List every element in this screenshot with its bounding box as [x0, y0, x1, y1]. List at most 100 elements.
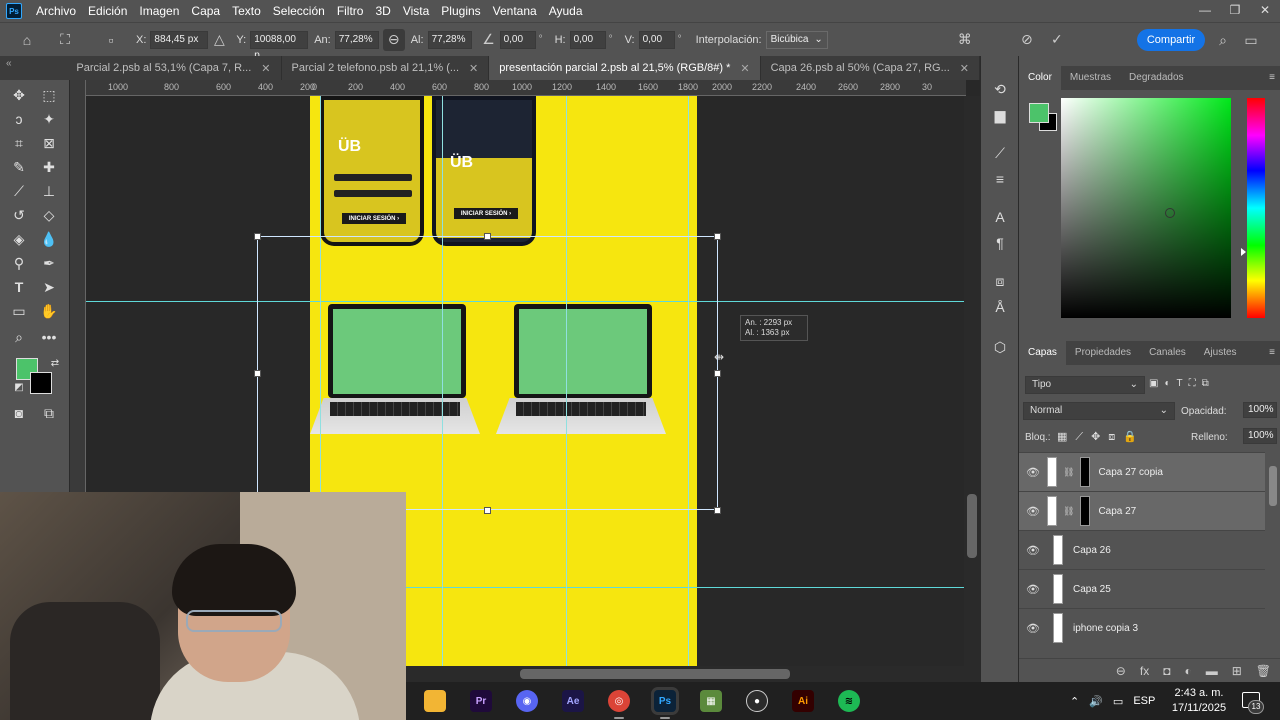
- layers-scrollbar-thumb[interactable]: [1269, 466, 1277, 506]
- close-tab-icon[interactable]: ✕: [740, 62, 749, 75]
- spotify-icon[interactable]: ≋: [838, 690, 860, 712]
- transform-handle[interactable]: [254, 233, 261, 240]
- relative-position-icon[interactable]: △: [208, 29, 230, 51]
- stamp-tool-icon[interactable]: ⊥: [38, 180, 60, 202]
- volume-icon[interactable]: 🔊: [1089, 695, 1103, 708]
- menu-edicion[interactable]: Edición: [82, 0, 133, 22]
- zoom-tool-icon[interactable]: ⌕: [8, 326, 30, 348]
- eye-icon[interactable]: 👁: [1019, 466, 1047, 479]
- link-layers-icon[interactable]: ⊖: [1116, 664, 1126, 678]
- warp-icon[interactable]: ⌘: [954, 29, 976, 51]
- y-field[interactable]: 10088,00 p: [250, 30, 309, 61]
- layer-row[interactable]: 👁 iphone copia 3: [1019, 608, 1265, 647]
- transform-handle[interactable]: [484, 507, 491, 514]
- layer-row[interactable]: 👁 ⛓ Capa 27 copia: [1019, 452, 1265, 491]
- photoshop-icon[interactable]: Ps: [654, 690, 676, 719]
- search-icon[interactable]: ⌕: [1212, 29, 1234, 51]
- close-tab-icon[interactable]: ✕: [469, 62, 478, 75]
- lock-icons[interactable]: ▦⟋✥⧈🔒: [1057, 430, 1145, 444]
- transform-handle[interactable]: [714, 370, 721, 377]
- commit-transform-icon[interactable]: ✓: [1046, 29, 1068, 51]
- history-icon[interactable]: ⟲: [989, 78, 1011, 100]
- premiere-icon[interactable]: Pr: [470, 690, 492, 712]
- hue-slider[interactable]: [1247, 98, 1265, 318]
- screen-mode-icon[interactable]: ⧉: [38, 402, 60, 424]
- hskew-field[interactable]: 0,00: [569, 30, 606, 49]
- adjustment-layer-icon[interactable]: ◐: [1184, 664, 1191, 678]
- fx-icon[interactable]: fx: [1140, 664, 1149, 678]
- discord-icon[interactable]: ◉: [516, 690, 538, 712]
- obs-icon[interactable]: ●: [746, 690, 768, 712]
- collapse-toolbar-icon[interactable]: «: [0, 56, 66, 80]
- new-group-icon[interactable]: ▬: [1206, 664, 1218, 678]
- paragraph-icon[interactable]: ¶: [989, 232, 1011, 254]
- menu-vista[interactable]: Vista: [397, 0, 435, 22]
- clock[interactable]: 2:43 a. m. 17/11/2025: [1166, 686, 1232, 716]
- glyphs-icon[interactable]: ⧈: [989, 270, 1011, 292]
- menu-ventana[interactable]: Ventana: [487, 0, 543, 22]
- brush-tool-icon[interactable]: ⟋: [8, 180, 30, 202]
- menu-imagen[interactable]: Imagen: [133, 0, 185, 22]
- menu-filtro[interactable]: Filtro: [331, 0, 370, 22]
- reference-point-icon[interactable]: ▫: [100, 29, 122, 51]
- chain-icon[interactable]: ⛓: [1063, 506, 1074, 517]
- close-tab-icon[interactable]: ✕: [261, 62, 270, 75]
- eraser-tool-icon[interactable]: ◇: [38, 204, 60, 226]
- quick-mask-icon[interactable]: ◙: [8, 402, 30, 424]
- layer-filter-select[interactable]: Tipo ⌄: [1025, 376, 1145, 394]
- magic-wand-tool-icon[interactable]: ✦: [38, 108, 60, 130]
- brush-settings-icon[interactable]: ⟋: [989, 142, 1011, 164]
- adjustments-icon[interactable]: ≡: [989, 168, 1011, 190]
- transform-handle[interactable]: [714, 233, 721, 240]
- hue-marker-icon[interactable]: [1241, 248, 1246, 256]
- tab-propiedades[interactable]: Propiedades: [1066, 341, 1140, 365]
- menu-texto[interactable]: Texto: [226, 0, 267, 22]
- layer-row[interactable]: 👁 Capa 26: [1019, 530, 1265, 569]
- angle-field[interactable]: 0,00: [499, 30, 536, 49]
- workspace-icon[interactable]: ▭: [1240, 29, 1262, 51]
- hand-tool-icon[interactable]: ✋: [38, 300, 60, 322]
- illustrator-icon[interactable]: Ai: [792, 690, 814, 712]
- height-field[interactable]: 77,28%: [427, 30, 472, 49]
- transform-handle[interactable]: [484, 233, 491, 240]
- crop-tool-icon[interactable]: ⌗: [8, 132, 30, 154]
- frame-tool-icon[interactable]: ⊠: [38, 132, 60, 154]
- move-tool-icon[interactable]: ✥: [8, 84, 30, 106]
- horizontal-scrollbar[interactable]: [406, 666, 980, 682]
- chain-icon[interactable]: ⛓: [1063, 467, 1074, 478]
- restore-icon[interactable]: ❐: [1220, 0, 1250, 22]
- chevron-up-icon[interactable]: ⌃: [1070, 695, 1079, 708]
- menu-ayuda[interactable]: Ayuda: [543, 0, 589, 22]
- rectangle-tool-icon[interactable]: ▭: [8, 300, 30, 322]
- menu-capa[interactable]: Capa: [185, 0, 226, 22]
- type-tool-icon[interactable]: T: [8, 276, 30, 298]
- character-styles-icon[interactable]: Å: [989, 296, 1011, 318]
- tab-parcial-2[interactable]: Parcial 2.psb al 53,1% (Capa 7, R... ✕: [66, 56, 282, 80]
- eyedropper-tool-icon[interactable]: ✎: [8, 156, 30, 178]
- new-layer-icon[interactable]: ⊞: [1232, 664, 1242, 678]
- healing-brush-tool-icon[interactable]: ✚: [38, 156, 60, 178]
- scrollbar-thumb[interactable]: [967, 494, 977, 558]
- vertical-scrollbar[interactable]: [964, 96, 980, 666]
- default-colors-icon[interactable]: ◩: [8, 376, 30, 398]
- interpolation-select[interactable]: Bicúbica ⌄: [765, 30, 828, 49]
- language-indicator[interactable]: ESP: [1133, 695, 1155, 707]
- file-explorer-icon[interactable]: [424, 690, 446, 712]
- transform-bounding-box[interactable]: [257, 236, 718, 510]
- eye-icon[interactable]: 👁: [1019, 505, 1047, 518]
- layer-row[interactable]: 👁 Capa 25: [1019, 569, 1265, 608]
- swap-colors-icon[interactable]: ⇄: [44, 352, 66, 374]
- minecraft-icon[interactable]: ▦: [700, 690, 722, 712]
- background-color-swatch[interactable]: [30, 372, 52, 394]
- transform-handle[interactable]: [254, 370, 261, 377]
- tab-presentacion-parcial-2[interactable]: presentación parcial 2.psb al 21,5% (RGB…: [489, 56, 761, 80]
- vskew-field[interactable]: 0,00: [638, 30, 675, 49]
- width-field[interactable]: 77,28%: [334, 30, 379, 49]
- tab-capas[interactable]: Capas: [1019, 341, 1066, 365]
- tab-color[interactable]: Color: [1019, 66, 1061, 90]
- comments-icon[interactable]: ▆: [989, 104, 1011, 126]
- share-button[interactable]: Compartir: [1137, 29, 1205, 51]
- after-effects-icon[interactable]: Ae: [562, 690, 584, 712]
- opacity-field[interactable]: 100%: [1243, 402, 1277, 418]
- transform-handle[interactable]: [714, 507, 721, 514]
